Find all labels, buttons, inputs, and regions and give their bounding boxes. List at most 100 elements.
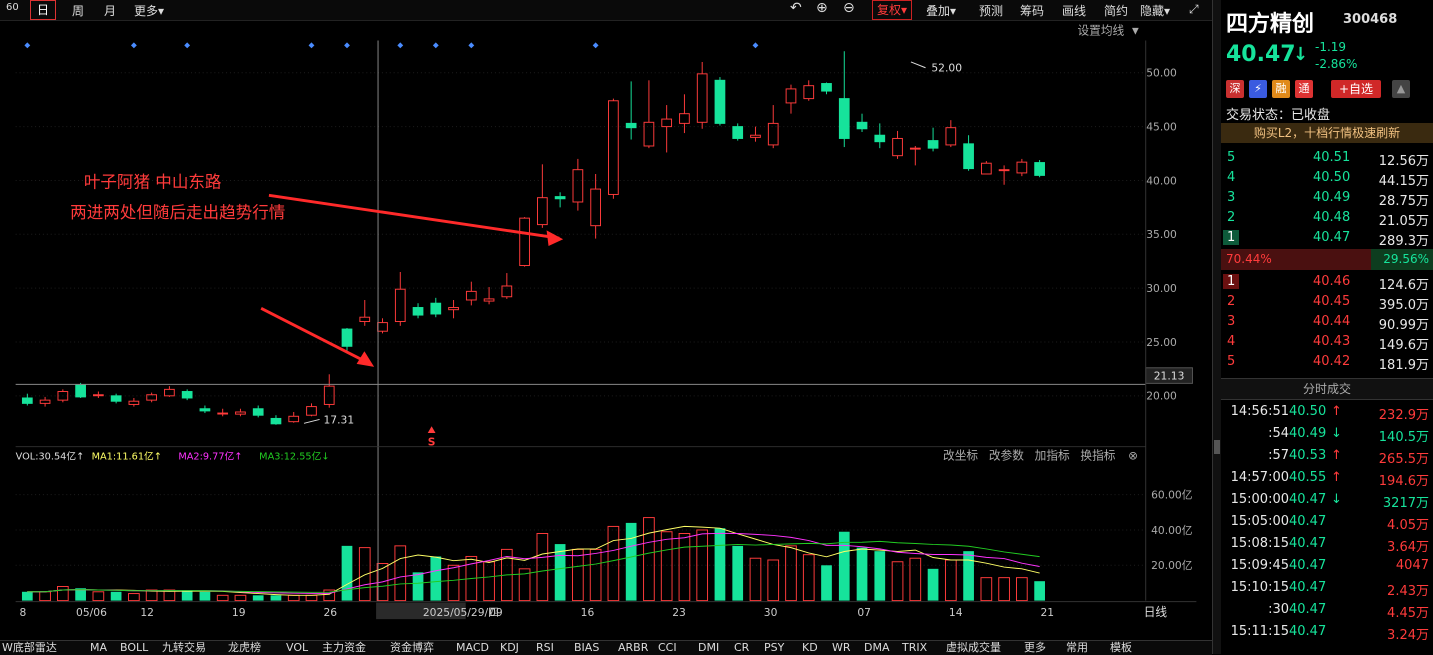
volume-bar-down[interactable] [110,591,122,601]
indicator-tab[interactable]: MA [90,641,107,655]
candle-up[interactable] [590,188,601,227]
simple-mode-button[interactable]: 简约 [1104,2,1128,19]
candle-down[interactable] [1034,162,1045,176]
period-day-button[interactable]: 日 [30,0,57,20]
shenzhen-badge[interactable]: 深 [1226,80,1244,98]
volume-bar-up[interactable] [891,561,904,602]
candle-up[interactable] [39,399,51,404]
candle-up[interactable] [892,137,903,157]
candle-up[interactable] [323,385,335,405]
indicator-tab[interactable]: W底部雷达 [2,641,57,655]
candle-down[interactable] [821,83,832,92]
indicator-tab[interactable]: BOLL [120,641,148,655]
candle-up[interactable] [128,400,140,405]
volume-bar-up[interactable] [909,557,922,602]
ask-level-row[interactable]: 1 40.47 289.3万 [1221,228,1433,249]
volume-bar-down[interactable] [874,551,886,601]
l2-promo-banner[interactable]: 购买L2，十档行情极速刷新 [1221,123,1433,143]
indicator-tab[interactable]: KD [802,641,818,655]
ask-level-row[interactable]: 5 40.51 12.56万 [1221,148,1433,169]
volume-bar-up[interactable] [749,557,762,602]
volume-bar-down[interactable] [821,565,832,601]
candle-up[interactable] [803,85,815,100]
candle-up[interactable] [1016,161,1028,174]
candle-up[interactable] [945,127,957,146]
zoom-in-icon[interactable]: ⊕ [816,0,828,16]
bid-level-row[interactable]: 2 40.45 395.0万 [1221,292,1433,313]
change-axis-button[interactable]: 改坐标 [943,448,978,462]
candle-up[interactable] [93,394,104,397]
volume-bar-up[interactable] [447,564,460,602]
candle-down[interactable] [927,140,939,149]
candle-up[interactable] [998,169,1010,172]
event-diamond-icon[interactable] [130,42,137,49]
candle-down[interactable] [625,122,637,129]
volume-bar-up[interactable] [234,594,247,602]
bell-icon[interactable]: ▲ [1392,80,1410,98]
event-diamond-icon[interactable] [468,42,475,49]
candle-down[interactable] [874,134,886,143]
candle-up[interactable] [767,122,779,146]
event-diamond-icon[interactable] [184,42,191,49]
volume-bar-down[interactable] [856,547,868,601]
candle-up[interactable] [536,197,548,226]
set-ma-button[interactable]: 设置均线 [1078,24,1125,38]
candle-down[interactable] [838,98,850,139]
event-diamond-icon[interactable] [432,42,439,49]
indicator-tab[interactable]: MACD [456,641,489,655]
candle-up[interactable] [501,285,513,298]
undo-icon[interactable]: ↶ [790,0,802,16]
connect-badge[interactable]: 通 [1295,80,1313,98]
volume-bar-down[interactable] [554,544,566,601]
volume-bar-up[interactable] [287,594,300,602]
volume-bar-down[interactable] [270,595,282,601]
change-params-button[interactable]: 改参数 [989,448,1024,462]
candle-down[interactable] [963,143,974,170]
candle-down[interactable] [856,121,868,130]
indicator-tab[interactable]: 模板 [1110,641,1132,655]
volume-bar-up[interactable] [802,554,815,602]
candle-down[interactable] [270,417,282,425]
add-watchlist-button[interactable]: +自选 [1331,80,1381,98]
candle-up[interactable] [785,88,797,104]
candle-up[interactable] [377,322,388,332]
indicator-tab[interactable]: CR [734,641,749,655]
ask-level-row[interactable]: 4 40.50 44.15万 [1221,168,1433,189]
candle-up[interactable] [519,217,530,267]
switch-indicator-button[interactable]: 换指标 [1080,448,1115,462]
lightning-icon[interactable]: ⚡ [1249,80,1267,98]
candle-up[interactable] [306,406,317,416]
volume-bar-down[interactable] [625,522,637,601]
candle-down[interactable] [430,302,442,315]
volume-bar-down[interactable] [963,551,974,601]
kline-chart[interactable]: 50.00 45.00 40.00 35.00 30.00 25.00 20.00 60.00… [0,20,1212,624]
candle-up[interactable] [235,411,246,415]
draw-line-button[interactable]: 画线 [1062,2,1086,19]
indicator-tab[interactable]: DMA [864,641,890,655]
indicator-tab[interactable]: VOL [286,641,308,655]
margin-badge[interactable]: 融 [1272,80,1290,98]
volume-bar-up[interactable] [678,533,691,602]
volume-bar-up[interactable] [1016,577,1028,602]
volume-bar-up[interactable] [483,561,495,602]
candle-down[interactable] [341,328,353,347]
candle-up[interactable] [909,147,921,150]
candle-up[interactable] [643,121,655,147]
event-diamond-icon[interactable] [344,42,350,49]
fullscreen-icon[interactable]: ⤢ [1189,2,1199,17]
period-60-button[interactable]: 60 [6,2,19,13]
candle-down[interactable] [75,384,86,398]
candle-up[interactable] [217,412,229,415]
candle-up[interactable] [394,288,406,323]
volume-bar-up[interactable] [305,594,318,602]
candle-up[interactable] [288,415,300,423]
bid-level-row[interactable]: 5 40.42 181.9万 [1221,352,1433,373]
more-periods-button[interactable]: 更多▾ [134,2,164,19]
bid-level-row[interactable]: 1 40.46 124.6万 [1221,272,1433,293]
zoom-out-icon[interactable]: ⊖ [843,0,855,16]
volume-bar-down[interactable] [927,568,939,601]
event-diamond-icon[interactable] [397,42,404,49]
volume-bar-down[interactable] [252,595,264,601]
candle-down[interactable] [714,79,726,124]
indicator-tab[interactable]: 九转交易 [162,641,206,655]
